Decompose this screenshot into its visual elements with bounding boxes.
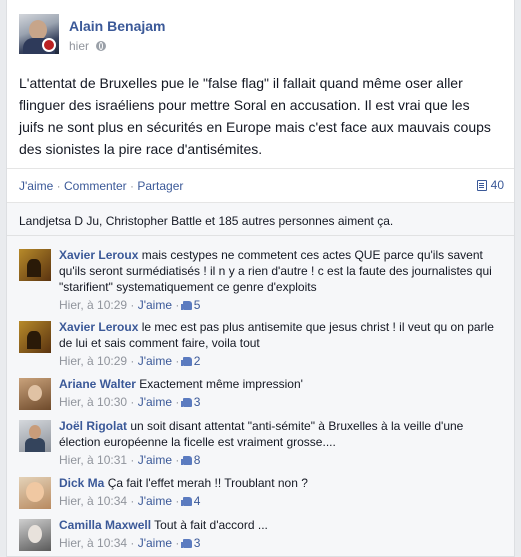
thumbs-up-icon <box>180 357 192 366</box>
comment-meta: Hier, à 10:34 · J'aime · 3 <box>59 536 201 550</box>
like-link[interactable]: J'aime <box>19 179 53 193</box>
comment-text: Tout à fait d'accord ... <box>154 518 268 532</box>
thumbs-up-icon <box>180 456 192 465</box>
comment-like-link[interactable]: J'aime <box>138 298 172 312</box>
action-separator: · <box>53 179 64 193</box>
comment-link[interactable]: Commenter <box>64 179 127 193</box>
comment-author[interactable]: Xavier Leroux <box>59 248 138 262</box>
avatar[interactable] <box>19 420 51 452</box>
avatar[interactable] <box>19 321 51 353</box>
comment-likes-count[interactable]: 2 <box>194 354 201 368</box>
comment-meta: Hier, à 10:30 · J'aime · 3 <box>59 395 201 409</box>
comment-author[interactable]: Xavier Leroux <box>59 320 138 334</box>
comment-meta: Hier, à 10:34 · J'aime · 4 <box>59 494 201 508</box>
action-separator: · <box>126 179 138 193</box>
comment-like-link[interactable]: J'aime <box>138 354 172 368</box>
comment-meta: Hier, à 10:29 · J'aime · 2 <box>59 354 201 368</box>
author-avatar[interactable] <box>19 14 59 54</box>
comment-like-link[interactable]: J'aime <box>138 395 172 409</box>
comment-time[interactable]: Hier, à 10:34 <box>59 536 127 550</box>
likers-names[interactable]: Landjetsa D Ju, Christopher Battle <box>19 214 202 228</box>
post-actions: J'aime · Commenter · Partager <box>19 179 183 193</box>
thumbs-up-icon <box>180 497 192 506</box>
comment-time[interactable]: Hier, à 10:29 <box>59 354 127 368</box>
likers-rest: et 185 autres personnes aiment ça. <box>201 214 394 228</box>
comment-likes-count[interactable]: 5 <box>194 298 201 312</box>
post-meta: hier <box>69 39 107 53</box>
thumbs-up-icon <box>180 539 192 548</box>
avatar[interactable] <box>19 378 51 410</box>
comments-section: Landjetsa D Ju, Christopher Battle et 18… <box>7 202 514 556</box>
comment-time[interactable]: Hier, à 10:31 <box>59 453 127 467</box>
comment-text: Ça fait l'effet merah !! Troublant non ? <box>107 476 308 490</box>
comment-count-value: 40 <box>490 178 504 192</box>
comment-author[interactable]: Dick Ma <box>59 476 104 490</box>
avatar[interactable] <box>19 249 51 281</box>
likes-summary: Landjetsa D Ju, Christopher Battle et 18… <box>19 214 393 228</box>
comment-author[interactable]: Camilla Maxwell <box>59 518 151 532</box>
comment-like-link[interactable]: J'aime <box>138 494 172 508</box>
comment-like-link[interactable]: J'aime <box>138 536 172 550</box>
globe-icon <box>96 41 107 51</box>
comment-time[interactable]: Hier, à 10:29 <box>59 298 127 312</box>
divider <box>7 235 514 236</box>
comment-likes-count[interactable]: 4 <box>194 494 201 508</box>
share-link[interactable]: Partager <box>137 179 183 193</box>
comment-meta: Hier, à 10:31 · J'aime · 8 <box>59 453 201 467</box>
post-card: Alain Benajam hier L'attentat de Bruxell… <box>6 0 515 557</box>
comment-time[interactable]: Hier, à 10:30 <box>59 395 127 409</box>
comment-count[interactable]: 40 <box>476 178 504 192</box>
comment-time[interactable]: Hier, à 10:34 <box>59 494 127 508</box>
comment-likes-count[interactable]: 8 <box>194 453 201 467</box>
comment-like-link[interactable]: J'aime <box>138 453 172 467</box>
post-time[interactable]: hier <box>69 39 89 53</box>
comment-author[interactable]: Ariane Walter <box>59 377 136 391</box>
comment-meta: Hier, à 10:29 · J'aime · 5 <box>59 298 201 312</box>
avatar[interactable] <box>19 477 51 509</box>
comment-icon <box>476 180 487 191</box>
post-author[interactable]: Alain Benajam <box>69 18 165 34</box>
post-text: L'attentat de Bruxelles pue le "false fl… <box>19 75 491 157</box>
comment-likes-count[interactable]: 3 <box>194 536 201 550</box>
comment-likes-count[interactable]: 3 <box>194 395 201 409</box>
thumbs-up-icon <box>180 398 192 407</box>
comment-text: Exactement même impression' <box>139 377 303 391</box>
avatar[interactable] <box>19 519 51 551</box>
thumbs-up-icon <box>180 301 192 310</box>
comment-author[interactable]: Joël Rigolat <box>59 419 127 433</box>
post-actions-bar: J'aime · Commenter · Partager 40 <box>7 168 514 203</box>
